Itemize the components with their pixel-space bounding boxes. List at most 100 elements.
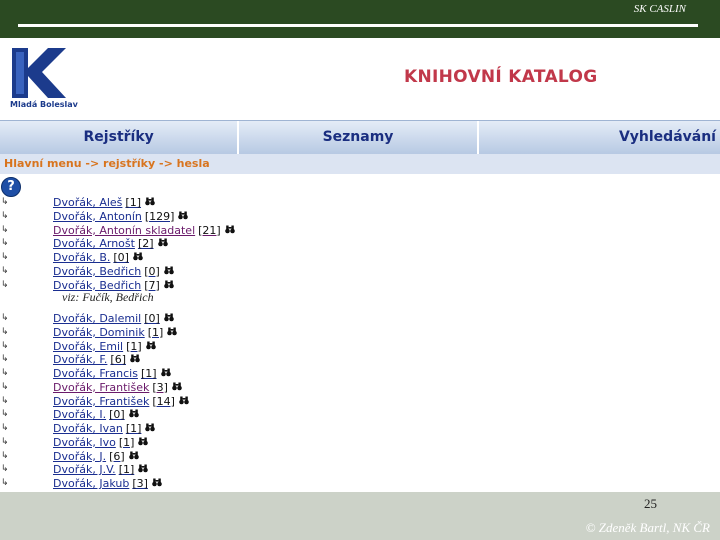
binoculars-icon[interactable] (164, 266, 174, 279)
arrow-bullet-icon[interactable]: ↳ (1, 312, 9, 325)
arrow-bullet-icon[interactable]: ↳ (1, 251, 9, 264)
heading-link[interactable]: Dvořák, F. [6] (53, 353, 140, 367)
heading-link[interactable]: Dvořák, Ivan [1] (53, 422, 156, 436)
list-item: ↳ Dvořák, B. [0] (0, 251, 720, 264)
record-count: [1] (118, 463, 135, 477)
heading-link[interactable]: Dvořák, Antonín skladatel [21] (53, 224, 235, 238)
heading-name: Dvořák, Antonín (53, 209, 142, 223)
binoculars-icon[interactable] (128, 409, 139, 422)
record-count: [6] (110, 353, 126, 367)
heading-link[interactable]: Dvořák, František [3] (53, 381, 182, 395)
heading-name: Dvořák, Dominik (53, 325, 145, 339)
arrow-bullet-icon[interactable]: ↳ (1, 196, 9, 209)
heading-link[interactable]: Dvořák, Emil [1] (53, 340, 156, 354)
record-count: [1] (147, 325, 164, 339)
catalog-screenshot: Mladá Boleslav KNIHOVNÍ KATALOG Rejstřík… (0, 38, 720, 492)
heading-link[interactable]: Dvořák, I. [0] (53, 408, 139, 422)
list-item: ↳ Dvořák, Ivan [1] (0, 422, 720, 435)
heading-name: Dvořák, Aleš (53, 196, 123, 209)
heading-link[interactable]: Dvořák, B. [0] (53, 251, 143, 265)
arrow-bullet-icon[interactable]: ↳ (1, 463, 9, 476)
heading-link[interactable]: Dvořák, Dominik [1] (53, 325, 178, 340)
binoculars-icon[interactable] (163, 313, 174, 326)
heading-name: Dvořák, Ivan (53, 422, 123, 435)
binoculars-icon[interactable] (167, 327, 178, 340)
heading-name: Dvořák, Dalemil (53, 312, 142, 325)
binoculars-icon[interactable] (130, 354, 140, 367)
list-item: ↳ Dvořák, Aleš [1] (0, 196, 720, 209)
arrow-bullet-icon[interactable]: ↳ (1, 224, 9, 237)
heading-name: Dvořák, B. (53, 251, 111, 264)
slide-header-band: SK CASLIN (0, 0, 720, 38)
heading-link[interactable]: Dvořák, Aleš [1] (53, 196, 155, 210)
list-item: ↳ Dvořák, Emil [1] (0, 340, 720, 353)
binoculars-icon[interactable] (164, 280, 174, 293)
record-count: [3] (132, 477, 148, 490)
arrow-bullet-icon[interactable]: ↳ (1, 340, 9, 353)
binoculars-icon[interactable] (128, 451, 139, 464)
copyright-note: © Zdeněk Bartl, NK ČR (585, 520, 710, 535)
arrow-bullet-icon[interactable]: ↳ (1, 210, 9, 223)
binoculars-icon[interactable] (172, 382, 182, 395)
see-also-reference: viz: Fučík, Bedřich (62, 290, 154, 305)
binoculars-icon[interactable] (224, 225, 235, 238)
binoculars-icon[interactable] (157, 238, 168, 251)
heading-link[interactable]: Dvořák, Antonín [129] (53, 209, 189, 224)
arrow-bullet-icon[interactable]: ↳ (1, 367, 9, 380)
record-count: [14] (152, 394, 175, 408)
binoculars-icon[interactable] (152, 478, 162, 491)
record-count: [0] (113, 251, 129, 264)
record-count: [0] (144, 312, 160, 325)
arrow-bullet-icon[interactable]: ↳ (1, 353, 9, 366)
record-count: [2] (137, 237, 154, 251)
binoculars-icon[interactable] (145, 197, 155, 210)
binoculars-icon[interactable] (179, 396, 189, 409)
heading-link[interactable]: Dvořák, Jakub [3] (53, 477, 162, 491)
list-item: ↳ Dvořák, J. [6] (0, 450, 720, 463)
binoculars-icon[interactable] (178, 211, 189, 224)
heading-name: Dvořák, J. (53, 449, 107, 463)
arrow-bullet-icon[interactable]: ↳ (1, 326, 9, 339)
arrow-bullet-icon[interactable]: ↳ (1, 395, 9, 408)
record-count: [129] (144, 209, 175, 223)
binoculars-icon[interactable] (138, 437, 149, 450)
record-count: [1] (140, 367, 157, 380)
heading-link[interactable]: Dvořák, Ivo [1] (53, 435, 149, 450)
heading-name: Dvořák, Bedřich (53, 264, 142, 278)
heading-name: Dvořák, Francis (53, 367, 138, 380)
heading-name: Dvořák, Emil (53, 339, 124, 353)
binoculars-icon[interactable] (145, 423, 156, 436)
binoculars-icon[interactable] (138, 464, 149, 477)
arrow-bullet-icon[interactable]: ↳ (1, 381, 9, 394)
arrow-bullet-icon[interactable]: ↳ (1, 279, 9, 292)
arrow-bullet-icon[interactable]: ↳ (1, 408, 9, 421)
arrow-bullet-icon[interactable]: ↳ (1, 477, 9, 490)
record-count: [1] (126, 339, 142, 353)
heading-link[interactable]: Dvořák, Arnošt [2] (53, 237, 168, 251)
heading-name: Dvořák, Arnošt (53, 237, 135, 251)
arrow-bullet-icon[interactable]: ↳ (1, 450, 9, 463)
heading-link[interactable]: Dvořák, J.V. [1] (53, 463, 149, 477)
heading-name: Dvořák, I. (53, 408, 107, 422)
heading-link[interactable]: Dvořák, František [14] (53, 395, 189, 409)
heading-name: Dvořák, Antonín skladatel (53, 223, 196, 237)
record-count: [21] (198, 223, 221, 237)
binoculars-icon[interactable] (145, 341, 156, 354)
list-item: ↳ Dvořák, I. [0] (0, 408, 720, 421)
arrow-bullet-icon[interactable]: ↳ (1, 237, 9, 250)
record-count: [1] (118, 435, 135, 449)
list-item: ↳ Dvořák, František [3] (0, 381, 720, 394)
record-count: [3] (152, 380, 168, 394)
arrow-bullet-icon[interactable]: ↳ (1, 265, 9, 278)
heading-name: Dvořák, J.V. (53, 463, 116, 477)
list-item: ↳ Dvořák, Jakub [3] (0, 477, 720, 490)
arrow-bullet-icon[interactable]: ↳ (1, 436, 9, 449)
heading-link[interactable]: Dvořák, Dalemil [0] (53, 312, 174, 326)
heading-link[interactable]: Dvořák, Bedřich [0] (53, 265, 174, 279)
arrow-bullet-icon[interactable]: ↳ (1, 422, 9, 435)
binoculars-icon[interactable] (160, 368, 171, 381)
heading-name: Dvořák, František (53, 380, 150, 394)
heading-link[interactable]: Dvořák, Francis [1] (53, 367, 171, 381)
binoculars-icon[interactable] (133, 252, 143, 265)
heading-link[interactable]: Dvořák, J. [6] (53, 450, 139, 464)
